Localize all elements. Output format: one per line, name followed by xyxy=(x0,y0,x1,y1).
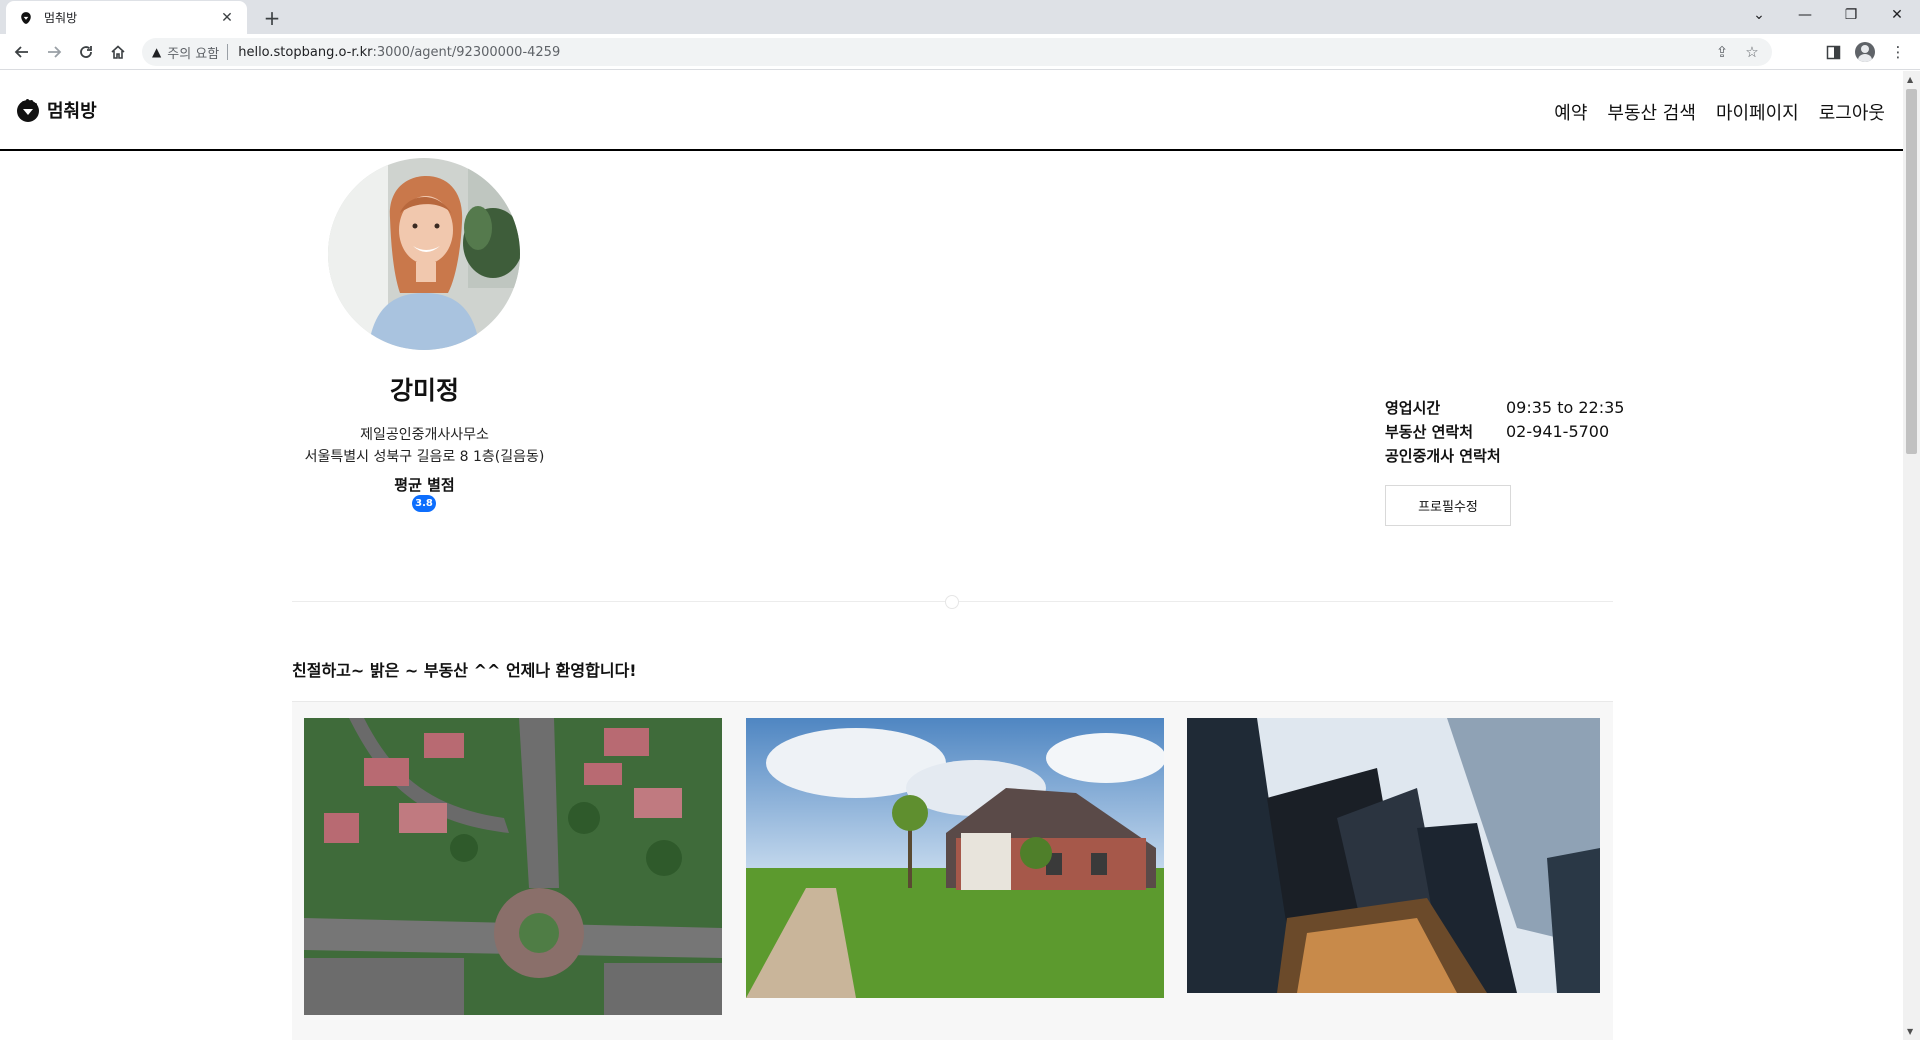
page-scrollbar[interactable]: ▲ ▼ xyxy=(1903,71,1920,1040)
divider-ornament xyxy=(945,595,959,609)
photo-gallery xyxy=(292,701,1613,1040)
info-row-office-phone: 부동산 연락처 02-941-5700 xyxy=(1385,419,1624,443)
office-info: 제일공인중개사사무소 서울특별시 성북구 길음로 8 1층(길음동) xyxy=(272,424,577,468)
tab-close-icon[interactable]: ✕ xyxy=(217,10,237,26)
back-icon[interactable] xyxy=(8,38,36,66)
rating-badge: 3.8 xyxy=(412,495,436,512)
profile-icon[interactable] xyxy=(1851,38,1879,66)
url-host: hello.stopbang.o-r.kr xyxy=(238,44,373,60)
main-nav: 예약 부동산 검색 마이페이지 로그아웃 xyxy=(1554,99,1885,125)
new-tab-button[interactable]: + xyxy=(258,4,286,32)
rating-label: 평균 별점 xyxy=(394,476,455,494)
info-key: 부동산 연락처 xyxy=(1385,422,1474,441)
page-viewport: 멈춰방 예약 부동산 검색 마이페이지 로그아웃 강미정 제일공인중개사사무소 … xyxy=(0,71,1903,1040)
close-window-icon[interactable]: ✕ xyxy=(1874,0,1920,30)
tab-title: 멈춰방 xyxy=(44,11,78,25)
url-separator xyxy=(227,44,229,60)
security-warning-label: 주의 요함 xyxy=(167,46,220,62)
agent-name: 강미정 xyxy=(389,376,459,405)
site-header: 멈춰방 예약 부동산 검색 마이페이지 로그아웃 xyxy=(0,71,1903,151)
gallery-image-skyscrapers[interactable] xyxy=(1187,718,1600,993)
nav-mypage[interactable]: 마이페이지 xyxy=(1716,99,1799,125)
info-row-hours: 영업시간 09:35 to 22:35 xyxy=(1385,395,1624,419)
scroll-down-icon[interactable]: ▼ xyxy=(1907,1027,1913,1036)
hand-logo-icon xyxy=(15,97,41,123)
browser-toolbar: ▲ 주의 요함 hello.stopbang.o-r.kr:3000/agent… xyxy=(0,34,1920,70)
nav-reservation[interactable]: 예약 xyxy=(1554,99,1587,125)
office-address: 서울특별시 성북구 길음로 8 1층(길음동) xyxy=(304,449,545,465)
scroll-up-icon[interactable]: ▲ xyxy=(1907,75,1913,84)
minimize-icon[interactable]: — xyxy=(1782,0,1828,30)
reload-icon[interactable] xyxy=(72,38,100,66)
restore-icon[interactable]: ❐ xyxy=(1828,0,1874,30)
nav-logout[interactable]: 로그아웃 xyxy=(1819,99,1885,125)
browser-tabstrip: 멈춰방 ✕ + ⌄ — ❐ ✕ xyxy=(0,0,1920,34)
edit-profile-button[interactable]: 프로필수정 xyxy=(1385,485,1511,526)
home-icon[interactable] xyxy=(104,38,132,66)
star-icon[interactable]: ☆ xyxy=(1738,38,1766,66)
agent-info-table: 영업시간 09:35 to 22:35 부동산 연락처 02-941-5700 … xyxy=(1385,395,1624,467)
share-icon[interactable]: ⇪ xyxy=(1708,38,1736,66)
address-bar[interactable]: ▲ 주의 요함 hello.stopbang.o-r.kr:3000/agent… xyxy=(142,38,1772,66)
agent-profile-photo xyxy=(328,158,520,350)
info-key: 영업시간 xyxy=(1385,398,1441,417)
tab-search-icon[interactable]: ⌄ xyxy=(1736,0,1782,30)
logo-text: 멈춰방 xyxy=(47,101,97,122)
browser-tab[interactable]: 멈춰방 ✕ xyxy=(6,1,247,34)
forward-icon[interactable] xyxy=(40,38,68,66)
info-value: 02-941-5700 xyxy=(1506,421,1610,441)
site-logo[interactable]: 멈춰방 xyxy=(15,97,97,123)
menu-icon[interactable]: ⋮ xyxy=(1884,38,1912,66)
site-favicon-icon xyxy=(18,10,34,26)
sidepanel-icon[interactable] xyxy=(1819,38,1847,66)
info-value: 09:35 to 22:35 xyxy=(1506,397,1625,417)
info-key: 공인중개사 연락처 xyxy=(1385,446,1501,465)
warning-icon[interactable]: ▲ xyxy=(152,45,161,59)
url-path: :3000/agent/92300000-4259 xyxy=(372,44,561,60)
scrollbar-thumb[interactable] xyxy=(1906,89,1917,454)
agent-intro: 친절하고~ 밝은 ~ 부동산 ^^ 언제나 환영합니다! xyxy=(292,661,637,680)
gallery-image-aerial[interactable] xyxy=(304,718,722,1015)
nav-search[interactable]: 부동산 검색 xyxy=(1607,99,1696,125)
gallery-image-house[interactable] xyxy=(746,718,1164,998)
info-row-agent-phone: 공인중개사 연락처 xyxy=(1385,443,1624,467)
office-name: 제일공인중개사사무소 xyxy=(360,427,489,443)
